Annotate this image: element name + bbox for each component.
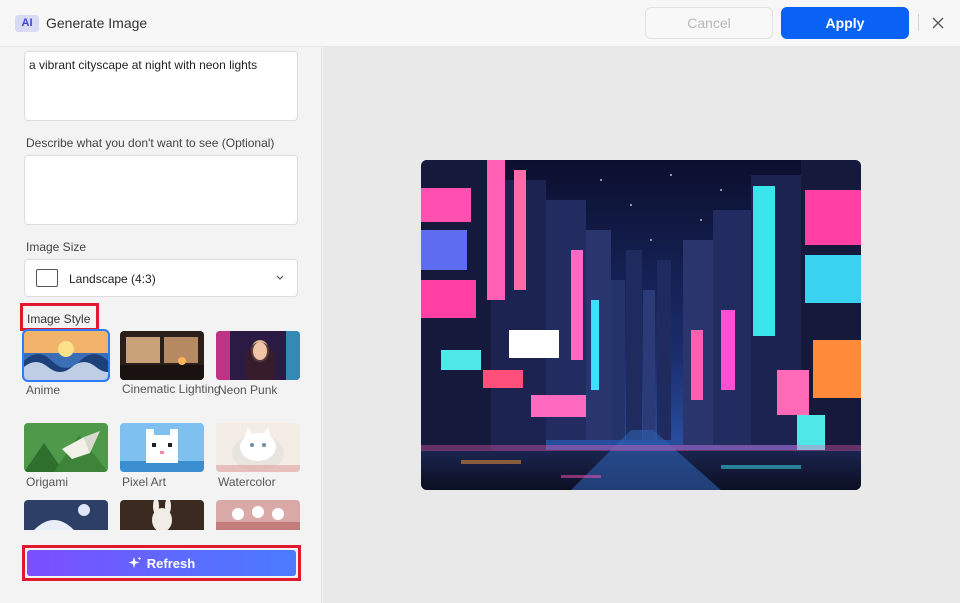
style-thumb-row3-2[interactable]	[120, 500, 204, 530]
image-size-value: Landscape (4:3)	[69, 272, 156, 286]
style-thumb-origami[interactable]	[24, 423, 108, 472]
chevron-down-icon	[276, 275, 284, 280]
style-thumb-watercolor[interactable]	[216, 423, 300, 472]
neon-punk-portrait-thumbnail	[216, 331, 300, 380]
style-thumbnail-partial	[24, 500, 108, 530]
style-name-watercolor: Watercolor	[218, 475, 276, 489]
title-divider	[918, 14, 919, 31]
style-thumb-cinematic[interactable]	[120, 331, 204, 380]
watercolor-cat-thumbnail	[216, 423, 300, 472]
sparkle-icon	[128, 556, 142, 568]
anime-wave-thumbnail	[24, 331, 108, 380]
refresh-highlight: Refresh	[22, 545, 301, 581]
image-size-select[interactable]: Landscape (4:3)	[24, 259, 298, 297]
prompt-input[interactable]: a vibrant cityscape at night with neon l…	[24, 51, 298, 121]
style-name-anime: Anime	[26, 383, 61, 397]
apply-button[interactable]: Apply	[781, 7, 909, 39]
preview-area	[323, 47, 960, 603]
style-name-pixel-art: Pixel Art	[122, 475, 167, 489]
neon-city-image	[421, 160, 861, 490]
cancel-button[interactable]: Cancel	[645, 7, 773, 39]
refresh-button[interactable]: Refresh	[27, 550, 296, 576]
negative-prompt-input[interactable]	[24, 155, 298, 225]
style-name-neon-punk: Neon Punk	[218, 383, 278, 397]
pixel-cat-thumbnail	[120, 423, 204, 472]
style-thumb-anime[interactable]	[22, 329, 110, 382]
cinematic-room-thumbnail	[120, 331, 204, 380]
refresh-label: Refresh	[146, 555, 196, 571]
image-style-label: Image Style	[27, 312, 91, 326]
style-thumb-row3-1[interactable]	[24, 500, 108, 530]
style-thumb-pixel-art[interactable]	[120, 423, 204, 472]
image-size-label: Image Size	[26, 240, 87, 254]
style-thumb-row3-3[interactable]	[216, 500, 300, 530]
negative-prompt-label: Describe what you don't want to see (Opt…	[26, 136, 275, 150]
settings-panel: a vibrant cityscape at night with neon l…	[0, 47, 322, 603]
ai-logo-badge: AI	[15, 15, 39, 32]
aspect-ratio-icon	[36, 269, 58, 287]
origami-thumbnail	[24, 423, 108, 472]
style-thumb-neon-punk[interactable]	[216, 331, 300, 380]
style-thumbnail-partial	[120, 500, 204, 530]
close-icon	[932, 17, 944, 29]
dialog-title: Generate Image	[46, 15, 148, 31]
style-name-origami: Origami	[26, 475, 69, 489]
generated-image-preview	[421, 160, 861, 490]
title-bar: AI Generate Image Cancel Apply	[0, 0, 960, 47]
style-name-cinematic: Cinematic Lighting	[122, 382, 221, 396]
close-button[interactable]	[928, 13, 948, 33]
style-thumbnail-partial	[216, 500, 300, 530]
